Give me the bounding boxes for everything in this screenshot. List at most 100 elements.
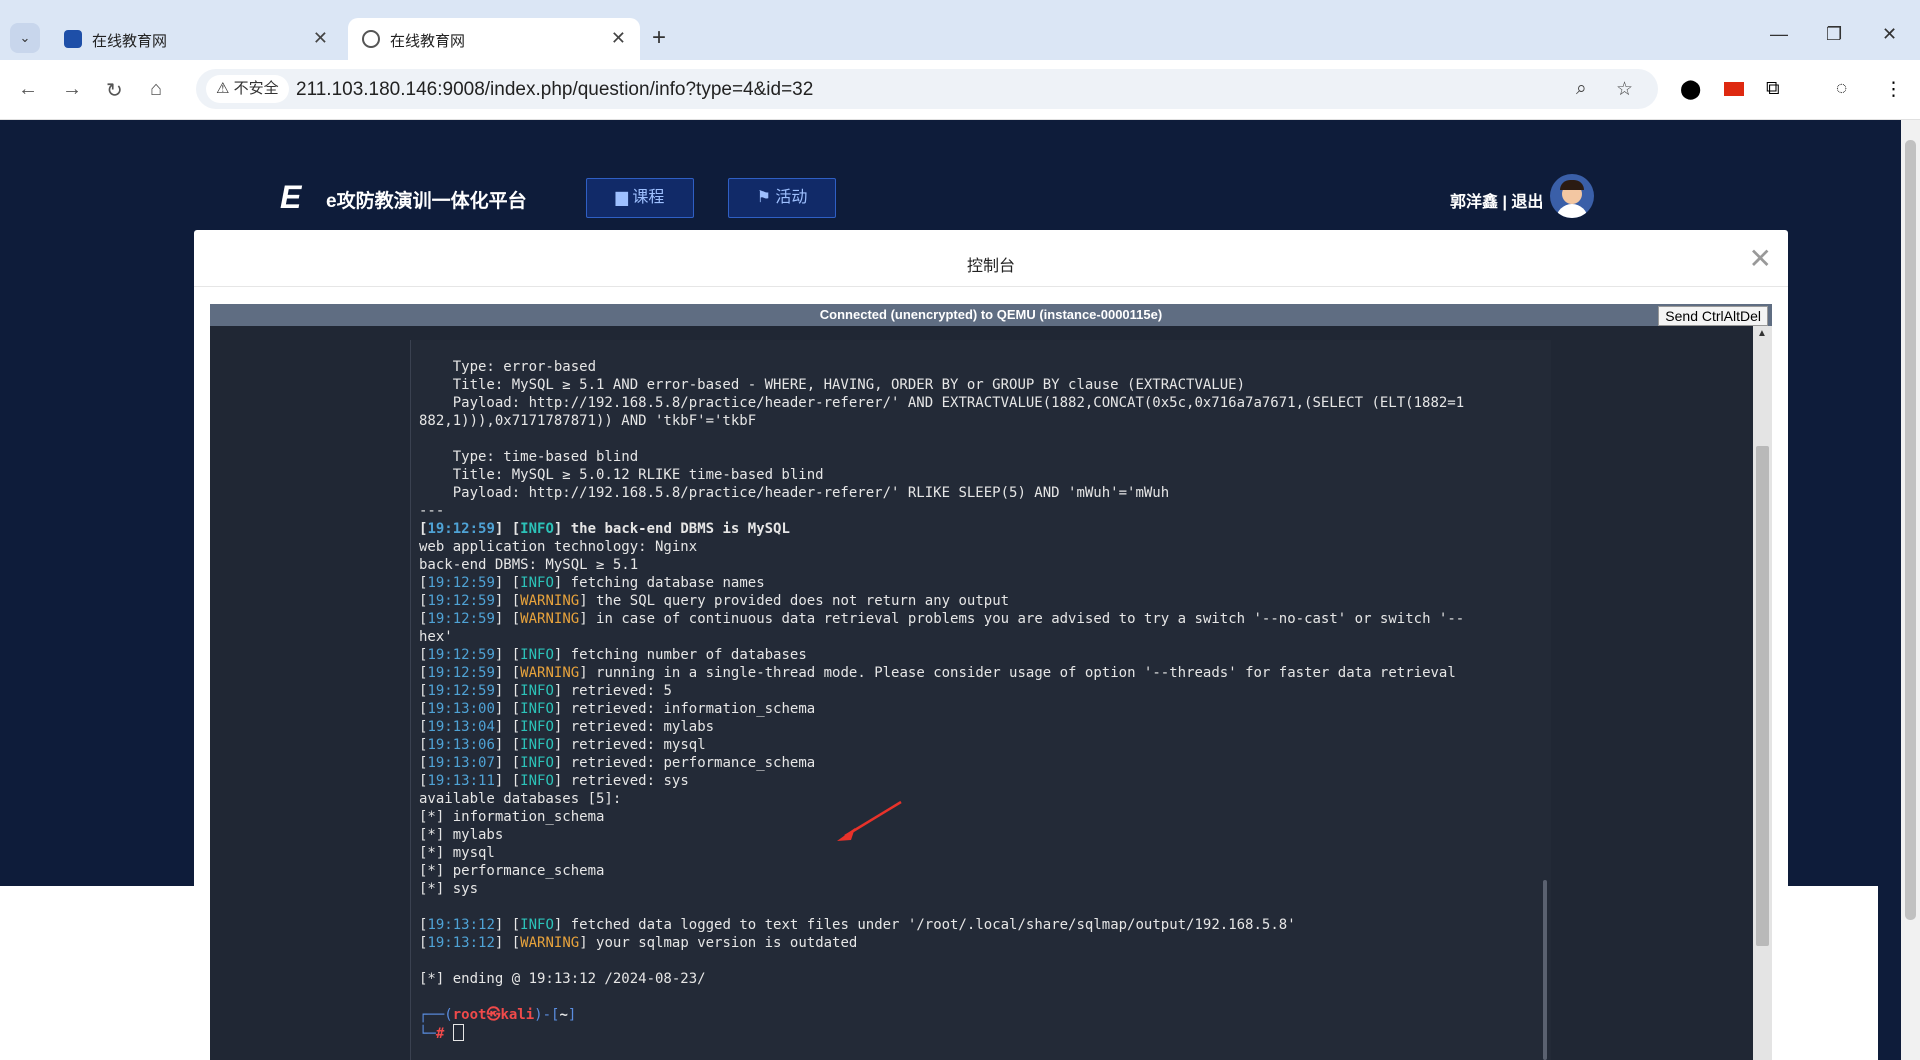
avatar[interactable] xyxy=(1550,174,1594,218)
vnc-screen[interactable]: Type: error-based Title: MySQL ≥ 5.1 AND… xyxy=(210,326,1772,1060)
nav-activity-button[interactable]: ⚑ 活动 xyxy=(728,178,836,218)
log-timestamp: 19:13:12 xyxy=(427,917,495,933)
terminal-line: [19:13:06] [INFO] retrieved: mysql xyxy=(419,737,706,753)
close-icon[interactable]: ✕ xyxy=(313,28,328,49)
terminal-scrollbar[interactable] xyxy=(1543,880,1547,1060)
prompt-input-line[interactable]: └─# xyxy=(419,1024,1464,1042)
log-message: fetching number of databases xyxy=(562,647,807,663)
terminal-line: Title: MySQL ≥ 5.1 AND error-based - WHE… xyxy=(419,377,1246,393)
log-level: INFO xyxy=(520,773,554,789)
terminal-line: [19:12:59] [WARNING] in case of continuo… xyxy=(419,611,1465,627)
terminal-line: Payload: http://192.168.5.8/practice/hea… xyxy=(419,485,1170,501)
terminal-cursor xyxy=(452,1024,464,1041)
tab-title: 在线教育网 xyxy=(92,33,168,50)
terminal-line: [*] performance_schema xyxy=(419,863,605,879)
extensions-puzzle-icon[interactable]: ⧉ xyxy=(1766,78,1780,100)
nav-label: 活动 xyxy=(775,189,808,206)
minimize-icon[interactable]: — xyxy=(1770,24,1788,45)
console-modal: 控制台 ✕ Connected (unencrypted) to QEMU (i… xyxy=(194,230,1788,1060)
modal-title: 控制台 xyxy=(966,258,1015,275)
close-icon[interactable]: ✕ xyxy=(611,28,626,49)
log-timestamp: 19:12:59 xyxy=(427,521,495,537)
log-timestamp: 19:12:59 xyxy=(427,575,495,591)
log-level: INFO xyxy=(520,521,554,537)
logout-link[interactable]: 退出 xyxy=(1511,194,1543,211)
chevron-down-icon: ⌄ xyxy=(19,30,31,45)
log-level: INFO xyxy=(520,719,554,735)
terminal-line: [19:12:59] [INFO] fetching number of dat… xyxy=(419,647,807,663)
terminal-line: --- xyxy=(419,503,445,519)
log-level: INFO xyxy=(520,917,554,933)
page-scrollbar[interactable] xyxy=(1901,120,1920,1060)
terminal-line: [*] mysql xyxy=(419,845,495,861)
terminal-line: Type: time-based blind xyxy=(419,449,639,465)
browser-tab[interactable]: 在线教育网 ✕ xyxy=(50,18,342,60)
terminal-line: [19:13:07] [INFO] retrieved: performance… xyxy=(419,755,816,771)
browser-tab-active[interactable]: 在线教育网 ✕ xyxy=(348,18,640,60)
nav-label: 课程 xyxy=(632,189,665,206)
log-message: fetching database names xyxy=(562,575,765,591)
log-message: in case of continuous data retrieval pro… xyxy=(587,611,1465,627)
window-close-icon[interactable]: ✕ xyxy=(1882,24,1897,45)
scroll-up-icon[interactable]: ▲ xyxy=(1757,328,1767,339)
terminal-line: [19:13:11] [INFO] retrieved: sys xyxy=(419,773,689,789)
log-timestamp: 19:12:59 xyxy=(427,647,495,663)
china-flag-icon[interactable] xyxy=(1724,82,1744,96)
extension-circle-icon[interactable]: ⬤ xyxy=(1680,78,1701,101)
globe-icon xyxy=(362,30,380,48)
reload-icon[interactable]: ↻ xyxy=(106,78,123,103)
terminal-output: Type: error-based Title: MySQL ≥ 5.1 AND… xyxy=(419,358,1464,1042)
nav-course-button[interactable]: ▆ 课程 xyxy=(586,178,694,218)
log-level: WARNING xyxy=(520,935,580,951)
log-level: INFO xyxy=(520,683,554,699)
tab-title: 在线教育网 xyxy=(390,33,466,50)
vnc-scrollbar[interactable]: ▲ xyxy=(1753,326,1772,1060)
zoom-icon[interactable]: ⌕ xyxy=(1576,78,1587,100)
terminal-line: [19:12:59] [INFO] fetching database name… xyxy=(419,575,765,591)
log-message: retrieved: mysql xyxy=(562,737,706,753)
log-message: the back-end DBMS is MySQL xyxy=(562,521,790,537)
vnc-scroll-thumb[interactable] xyxy=(1756,446,1769,946)
log-level: WARNING xyxy=(520,593,580,609)
terminal-line: [19:12:59] [INFO] the back-end DBMS is M… xyxy=(419,521,790,537)
new-tab-icon[interactable]: + xyxy=(652,24,666,52)
log-timestamp: 19:12:59 xyxy=(427,683,495,699)
page-scroll-thumb[interactable] xyxy=(1905,140,1916,920)
log-message: fetched data logged to text files under … xyxy=(562,917,1296,933)
log-message: retrieved: performance_schema xyxy=(562,755,816,771)
address-bar[interactable]: ⚠ 不安全 211.103.180.146:9008/index.php/que… xyxy=(196,69,1658,109)
profile-avatar-icon[interactable]: ◌ xyxy=(1836,78,1847,100)
log-level: WARNING xyxy=(520,665,580,681)
tab-search-button[interactable]: ⌄ xyxy=(10,23,40,53)
back-arrow-icon[interactable]: ← xyxy=(18,78,38,101)
vnc-status-bar: Connected (unencrypted) to QEMU (instanc… xyxy=(210,304,1772,326)
terminal-line: [19:12:59] [WARNING] running in a single… xyxy=(419,665,1456,681)
prompt-dir: ~ xyxy=(559,1007,568,1023)
prompt-host: kali xyxy=(500,1007,535,1023)
terminal-line: [*] information_schema xyxy=(419,809,605,825)
send-ctrl-alt-del-button[interactable]: Send CtrlAltDel xyxy=(1658,306,1768,326)
close-icon[interactable]: ✕ xyxy=(1749,242,1772,275)
log-timestamp: 19:12:59 xyxy=(427,593,495,609)
user-name[interactable]: 郭洋鑫 xyxy=(1450,194,1498,211)
menu-kebab-icon[interactable]: ⋮ xyxy=(1884,78,1903,101)
browser-toolbar: ← → ↻ ⌂ ⚠ 不安全 211.103.180.146:9008/index… xyxy=(0,60,1920,120)
browser-tab-bar: ⌄ 在线教育网 ✕ 在线教育网 ✕ + — ❐ ✕ xyxy=(0,10,1920,60)
terminal-line: Payload: http://192.168.5.8/practice/hea… xyxy=(419,395,1465,411)
log-timestamp: 19:13:04 xyxy=(427,719,495,735)
prompt-line: ┌──(root㉿kali)-[~] xyxy=(419,1007,577,1023)
log-message: running in a single-thread mode. Please … xyxy=(587,665,1456,681)
forward-arrow-icon[interactable]: → xyxy=(62,78,82,101)
log-timestamp: 19:13:11 xyxy=(427,773,495,789)
security-chip[interactable]: ⚠ 不安全 xyxy=(206,75,289,103)
restore-icon[interactable]: ❐ xyxy=(1826,24,1842,45)
terminal-window[interactable]: Type: error-based Title: MySQL ≥ 5.1 AND… xyxy=(410,340,1551,1060)
log-level: INFO xyxy=(520,755,554,771)
bookmark-star-icon[interactable]: ☆ xyxy=(1616,78,1633,101)
home-icon[interactable]: ⌂ xyxy=(150,78,162,101)
log-message: retrieved: 5 xyxy=(562,683,672,699)
url-text[interactable]: 211.103.180.146:9008/index.php/question/… xyxy=(296,79,813,101)
log-message: retrieved: sys xyxy=(562,773,689,789)
os-status-strip xyxy=(0,0,1920,10)
